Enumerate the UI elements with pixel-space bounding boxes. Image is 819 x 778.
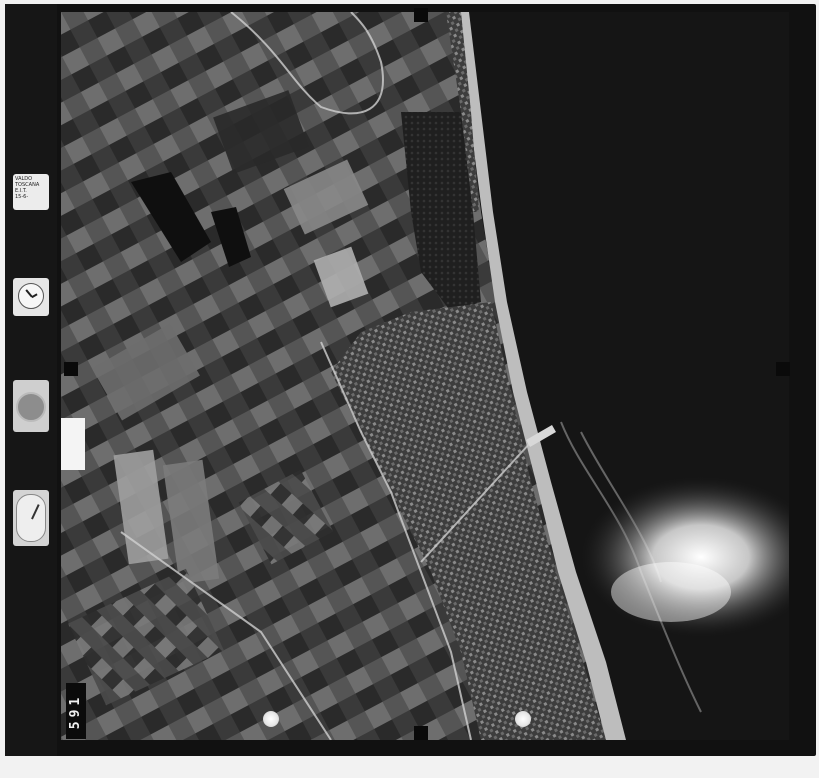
film-tab — [61, 418, 85, 470]
fiducial-notch — [776, 362, 790, 376]
fiducial-mark — [515, 711, 531, 727]
frame-number-text: 591 — [68, 693, 84, 729]
compass-icon — [13, 380, 49, 432]
compass-dial — [16, 392, 46, 422]
fiducial-mark — [263, 711, 279, 727]
frame-number: 591 — [66, 683, 86, 739]
fiducial-notch — [414, 726, 428, 740]
fiducial-notch — [64, 362, 78, 376]
altimeter-dial — [16, 494, 46, 542]
label-card: VALDO TOSCANA E.I.T. 15-6- — [13, 174, 49, 210]
fiducial-notch — [414, 8, 428, 22]
clock-icon — [13, 278, 49, 316]
altimeter-icon — [13, 490, 49, 546]
label-line: 15-6- — [15, 194, 29, 200]
aerial-photo — [61, 12, 789, 740]
aerial-scene — [61, 12, 789, 740]
clock-face — [18, 283, 44, 309]
instrument-strip: VALDO TOSCANA E.I.T. 15-6- — [5, 4, 57, 756]
